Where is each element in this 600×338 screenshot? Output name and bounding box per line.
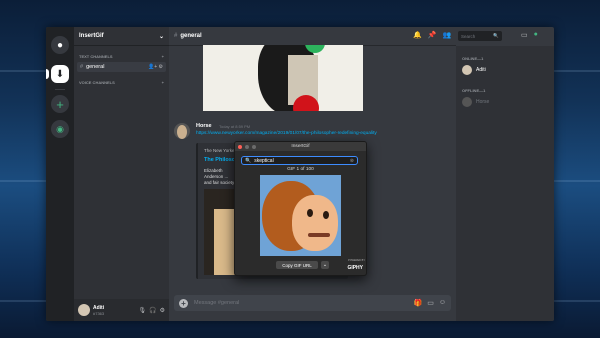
popup-title: InsertGif xyxy=(291,144,310,149)
composer-placeholder[interactable]: Message #general xyxy=(194,300,239,306)
discord-home-icon[interactable]: ● xyxy=(51,36,69,54)
channel-title: general xyxy=(180,33,202,39)
message-link[interactable]: https://www.newyorker.com/magazine/2019/… xyxy=(196,131,377,136)
copy-gif-url-button[interactable]: Copy GIF URL xyxy=(276,261,318,269)
member-name: Aditi xyxy=(476,67,486,73)
monkey-eye xyxy=(323,211,329,219)
add-voice-channel-icon[interactable]: + xyxy=(162,80,164,85)
popup-titlebar[interactable]: InsertGif xyxy=(235,142,366,151)
avatar[interactable] xyxy=(78,304,90,316)
user-panel: Aditi #7363 🎙 🎧 ⚙ xyxy=(74,299,169,321)
server-name: InsertGif xyxy=(79,33,104,39)
previous-image-attachment[interactable] xyxy=(203,45,363,111)
members-icon[interactable]: 👥 xyxy=(442,31,451,39)
gif-counter: GIF 1 of 100 xyxy=(287,167,314,172)
gif-search-field[interactable]: 🔍 skeptical ⊗ xyxy=(241,156,358,165)
add-channel-icon[interactable]: + xyxy=(162,54,164,59)
microphone-icon[interactable]: 🎙 xyxy=(139,307,147,314)
username: Aditi xyxy=(93,304,105,311)
gift-icon[interactable]: 🎁 xyxy=(414,299,423,307)
member-item[interactable]: Aditi xyxy=(456,64,554,76)
chevron-down-icon: ⌄ xyxy=(158,33,164,40)
avatar xyxy=(462,97,472,107)
inbox-icon[interactable]: ▭ xyxy=(521,31,528,39)
pin-icon[interactable]: 📌 xyxy=(428,31,437,39)
monkey-face xyxy=(292,195,338,251)
message-author[interactable]: Horse xyxy=(196,123,212,129)
offline-category: OFFLINE—1 xyxy=(462,88,486,93)
upload-plus-icon[interactable]: + xyxy=(179,298,188,308)
category-label: VOICE CHANNELS xyxy=(79,80,115,85)
member-list: ONLINE—1 Aditi OFFLINE—1 Horse xyxy=(456,46,554,321)
embed-provider[interactable]: The New Yorker xyxy=(204,148,236,153)
add-server-icon[interactable]: + xyxy=(51,95,69,113)
hash-icon: # xyxy=(174,33,178,39)
server-header[interactable]: InsertGif ⌄ xyxy=(74,27,169,46)
monkey-eye xyxy=(307,209,313,217)
insertgif-popup: InsertGif 🔍 skeptical ⊗ GIF 1 of 100 Cop… xyxy=(234,141,367,276)
avatar xyxy=(462,65,472,75)
emoji-icon[interactable]: ☺ xyxy=(439,299,446,307)
channel-settings-icons[interactable]: 👤+ ⚙ xyxy=(148,64,163,70)
search-icon: 🔍 xyxy=(493,33,499,38)
embed-description: Elizabeth Anderson ... and fair society xyxy=(204,168,235,185)
help-icon[interactable]: ● xyxy=(534,31,538,39)
category-label: TEXT CHANNELS xyxy=(79,54,113,59)
gif-icon[interactable]: ▭ xyxy=(427,299,434,307)
member-name: Horse xyxy=(476,99,490,105)
message-composer[interactable]: + Message #general 🎁 ▭ ☺ xyxy=(174,295,451,311)
insertgif-server-icon[interactable]: ⬇ xyxy=(51,65,69,83)
explore-servers-icon[interactable]: ◉ xyxy=(51,120,69,138)
search-query: skeptical xyxy=(254,157,274,164)
search-icon: 🔍 xyxy=(245,157,252,164)
member-item[interactable]: Horse xyxy=(456,96,554,108)
voice-channels-category[interactable]: VOICE CHANNELS + xyxy=(74,80,169,85)
search-placeholder: Search xyxy=(461,33,476,39)
server-list: ● ⬇ + ◉ xyxy=(46,27,74,321)
message-timestamp: Today at 8:59 PM xyxy=(219,124,251,129)
giphy-logo: GIPHY xyxy=(347,265,363,271)
hash-icon: # xyxy=(80,64,84,70)
server-separator xyxy=(55,89,65,90)
user-tag: #7363 xyxy=(93,310,105,316)
gear-icon[interactable]: ⚙ xyxy=(160,307,165,314)
avatar[interactable] xyxy=(174,123,190,139)
powered-by-label: POWERED BY xyxy=(348,259,365,262)
online-category: ONLINE—1 xyxy=(462,56,484,61)
text-channels-category[interactable]: TEXT CHANNELS + xyxy=(74,54,169,59)
options-dropdown-button[interactable]: ⌄ xyxy=(321,261,329,269)
channel-item-general[interactable]: # general 👤+ ⚙ xyxy=(77,62,166,72)
clear-icon[interactable]: ⊗ xyxy=(350,158,354,164)
bell-icon[interactable]: 🔔 xyxy=(413,31,422,39)
headphones-icon[interactable]: 🎧 xyxy=(149,307,156,314)
selected-pill xyxy=(46,69,49,79)
channel-sidebar: InsertGif ⌄ TEXT CHANNELS + # general 👤+… xyxy=(74,27,169,321)
search-input[interactable]: Search 🔍 xyxy=(458,31,502,41)
gif-preview[interactable] xyxy=(260,175,341,256)
monkey-mouth xyxy=(308,233,330,237)
channel-label: general xyxy=(86,64,105,70)
